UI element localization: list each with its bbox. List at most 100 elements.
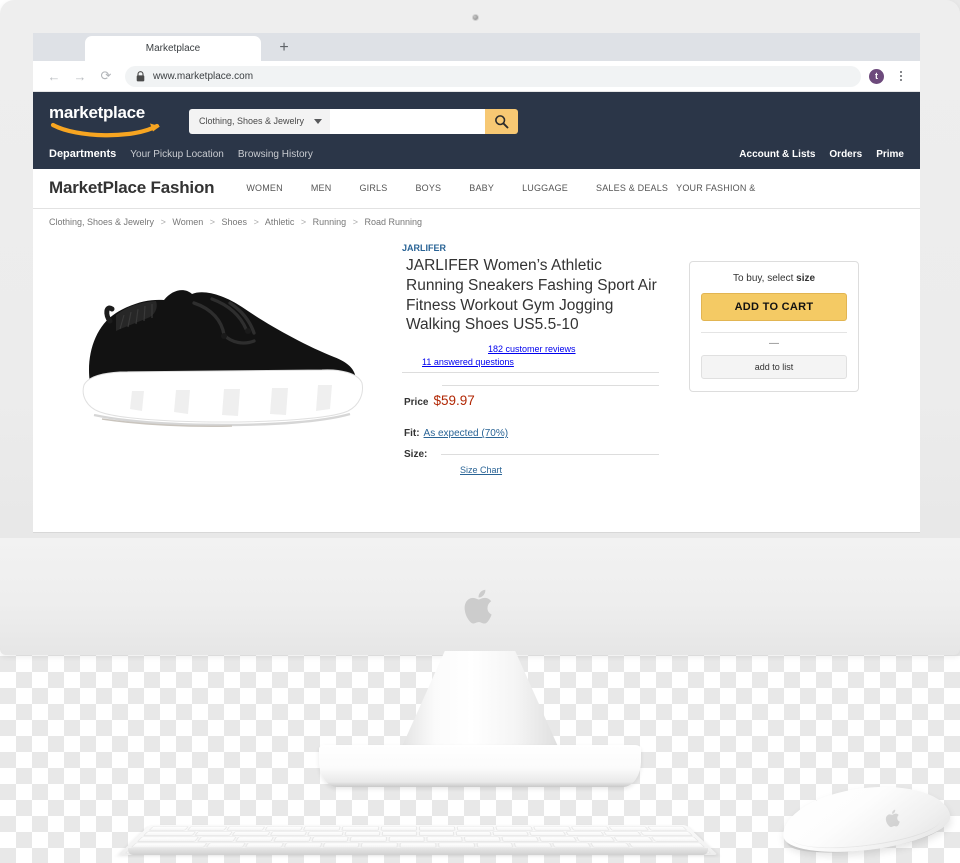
key[interactable] [492,831,530,836]
key[interactable] [187,826,228,831]
nav-pickup-location[interactable]: Your Pickup Location [130,149,224,160]
key[interactable] [513,842,553,848]
reload-button[interactable]: ⟳ [95,65,117,87]
add-to-cart-button[interactable]: ADD TO CART [701,293,847,321]
key[interactable] [360,842,399,848]
key[interactable] [349,836,387,842]
key[interactable] [283,842,323,848]
key[interactable] [589,842,630,848]
fashion-link-boys[interactable]: BOYS [415,183,441,193]
back-button[interactable]: ← [43,65,65,87]
nav-departments[interactable]: Departments [49,148,116,160]
site-header-top-row: marketplace Clothing, Shoes & Jewelry [33,100,920,144]
key[interactable] [538,836,578,842]
breadcrumb: Clothing, Shoes & Jewelry > Women > Shoe… [33,209,920,227]
fit-value-link[interactable]: As expected (70%) [424,428,509,439]
key[interactable] [273,836,312,842]
key[interactable] [399,842,437,848]
key[interactable] [551,842,591,848]
answered-questions-link[interactable]: 11 answered questions [422,357,514,367]
key[interactable] [646,826,688,831]
key[interactable] [311,836,350,842]
key[interactable] [651,836,699,842]
fashion-link-women[interactable]: WOMEN [246,183,283,193]
key[interactable] [235,836,275,842]
key[interactable] [494,826,533,831]
key[interactable] [137,836,199,842]
key[interactable] [344,831,381,836]
key[interactable] [206,842,247,848]
key[interactable] [231,831,270,836]
key[interactable] [501,836,539,842]
url-bar[interactable]: www.marketplace.com [125,65,861,87]
key[interactable] [576,836,616,842]
breadcrumb-item-3[interactable]: Athletic [265,217,295,227]
key[interactable] [194,831,234,836]
key[interactable] [639,831,694,836]
fashion-link-sales-deals[interactable]: SALES & DEALS [596,183,668,193]
key[interactable] [418,826,456,831]
customer-reviews-link[interactable]: 182 customer reviews [488,344,576,354]
search-input[interactable] [330,108,485,134]
key[interactable] [613,836,654,842]
key[interactable] [456,826,495,831]
key[interactable] [322,842,361,848]
new-tab-button[interactable]: + [274,38,294,58]
breadcrumb-item-2[interactable]: Shoes [222,217,248,227]
key[interactable] [437,842,475,848]
key[interactable] [341,826,380,831]
apple-magic-mouse[interactable] [778,777,954,861]
profile-avatar[interactable]: t [869,68,884,84]
kebab-menu-icon[interactable] [894,71,908,81]
breadcrumb-item-4[interactable]: Running [313,217,347,227]
key[interactable] [608,826,649,831]
fashion-link-girls[interactable]: GIRLS [359,183,387,193]
nav-orders[interactable]: Orders [829,149,862,160]
key[interactable] [455,831,492,836]
key[interactable] [142,831,197,836]
key[interactable] [131,842,209,848]
breadcrumb-item-0[interactable]: Clothing, Shoes & Jewelry [49,217,154,227]
fashion-link-men[interactable]: MEN [311,183,332,193]
key[interactable] [264,826,304,831]
fashion-link-baby[interactable]: BABY [469,183,494,193]
product-image[interactable] [49,237,394,467]
key[interactable] [570,826,611,831]
key[interactable] [418,831,455,836]
search-category-dropdown[interactable]: Clothing, Shoes & Jewelry [189,108,331,134]
key[interactable] [269,831,307,836]
browser-tab[interactable]: Marketplace [85,36,261,61]
key[interactable] [225,826,266,831]
nav-prime[interactable]: Prime [876,149,904,160]
browser-tab-title: Marketplace [145,43,201,54]
key[interactable] [302,826,342,831]
key[interactable] [148,826,190,831]
key[interactable] [306,831,344,836]
product-brand-link[interactable]: JARLIFER [402,243,659,253]
breadcrumb-item-5[interactable]: Road Running [364,217,422,227]
key[interactable] [627,842,705,848]
key[interactable] [380,826,418,831]
apple-magic-keyboard[interactable] [118,795,718,863]
key[interactable] [463,836,501,842]
nav-account-lists[interactable]: Account & Lists [739,149,815,160]
size-chart-link[interactable]: Size Chart [460,465,502,475]
key[interactable] [475,842,514,848]
nav-browsing-history[interactable]: Browsing History [238,149,313,160]
key[interactable] [197,836,237,842]
key[interactable] [566,831,605,836]
search-submit-button[interactable] [485,108,518,134]
key[interactable] [426,836,463,842]
key[interactable] [388,836,425,842]
key[interactable] [529,831,567,836]
key[interactable] [532,826,572,831]
add-to-list-button[interactable]: add to list [701,355,847,379]
fashion-link-luggage[interactable]: LUGGAGE [522,183,568,193]
marketplace-logo[interactable]: marketplace [49,104,175,138]
fashion-link-your-fashion[interactable]: YOUR FASHION & [676,183,755,193]
forward-button[interactable]: → [69,65,91,87]
key[interactable] [245,842,285,848]
breadcrumb-item-1[interactable]: Women [172,217,203,227]
key[interactable] [602,831,642,836]
key[interactable] [381,831,418,836]
